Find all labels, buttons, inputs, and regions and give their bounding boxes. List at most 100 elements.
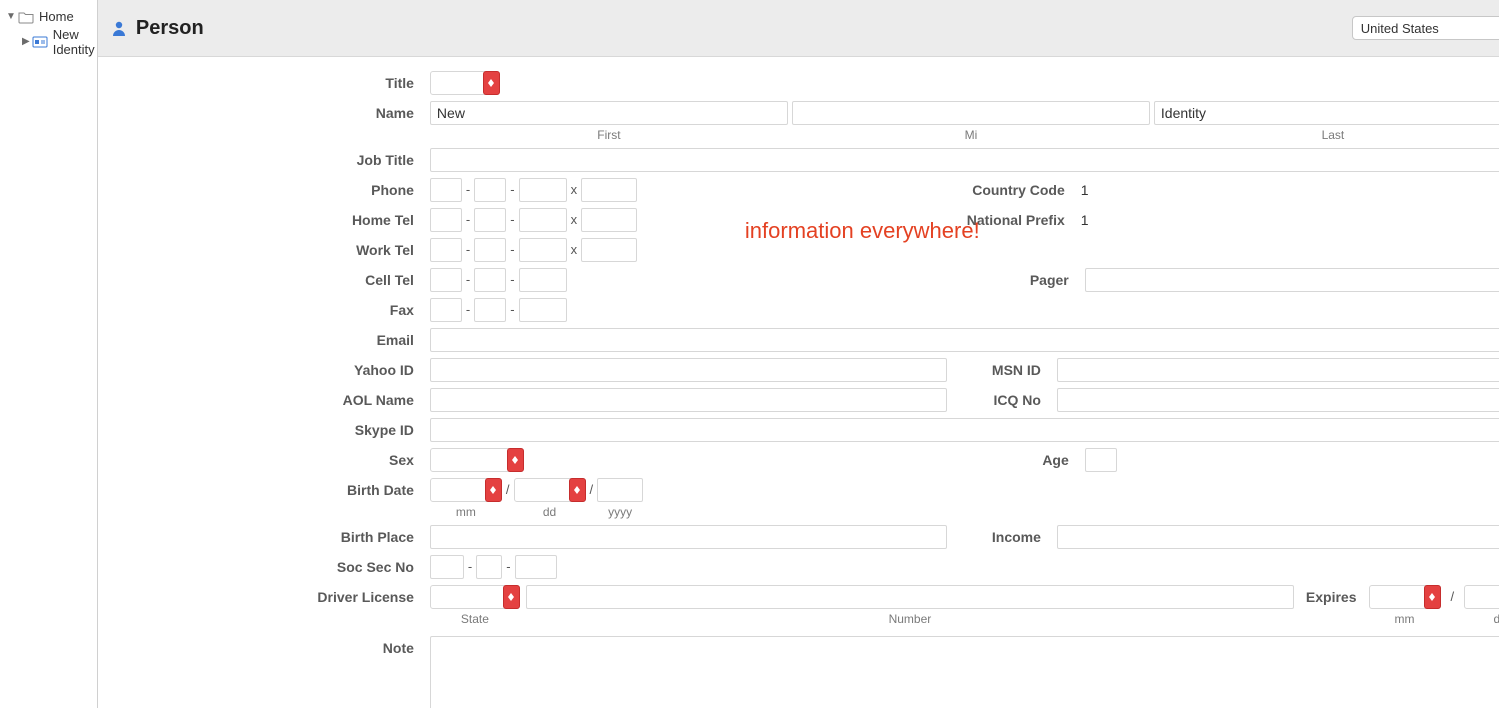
header-bar: Person United States xyxy=(98,0,1499,57)
skype-input[interactable] xyxy=(430,418,1499,442)
label-phone: Phone xyxy=(110,178,430,202)
sublabel-state: State xyxy=(430,612,520,626)
tree-item-new-identity[interactable]: ▶ New Identity xyxy=(0,29,97,54)
disclosure-right-icon[interactable]: ▶ xyxy=(22,36,30,47)
country-select-value: United States xyxy=(1361,21,1439,36)
label-msn: MSN ID xyxy=(947,358,1057,382)
select-stepper-icon xyxy=(485,478,502,502)
birth-yyyy-input[interactable] xyxy=(597,478,643,502)
select-stepper-icon xyxy=(507,448,524,472)
sex-select[interactable] xyxy=(430,448,524,472)
countrycode-value: 1 xyxy=(1081,178,1499,202)
dl-exp-dd-select[interactable] xyxy=(1464,585,1499,609)
label-aol: AOL Name xyxy=(110,388,430,412)
select-stepper-icon xyxy=(1424,585,1441,609)
worktel-ext[interactable] xyxy=(581,238,637,262)
celltel-p3[interactable] xyxy=(519,268,567,292)
person-icon xyxy=(110,19,128,37)
birth-mm-select[interactable] xyxy=(430,478,502,502)
ssn-p1[interactable] xyxy=(430,555,464,579)
first-name-input[interactable] xyxy=(430,101,788,125)
label-birthdate: Birth Date xyxy=(110,478,430,502)
pager-input[interactable] xyxy=(1085,268,1499,292)
hometel-p2[interactable] xyxy=(474,208,506,232)
worktel-p1[interactable] xyxy=(430,238,462,262)
msn-input[interactable] xyxy=(1057,358,1499,382)
label-sex: Sex xyxy=(110,448,430,472)
label-title: Title xyxy=(110,71,430,95)
select-stepper-icon xyxy=(483,71,500,95)
label-email: Email xyxy=(110,328,430,352)
yahoo-input[interactable] xyxy=(430,358,947,382)
icq-input[interactable] xyxy=(1057,388,1499,412)
sublabel-exp-dd: dd xyxy=(1464,612,1499,626)
label-fax: Fax xyxy=(110,298,430,322)
title-select[interactable] xyxy=(430,71,500,95)
phone-p3[interactable] xyxy=(519,178,567,202)
label-x: x xyxy=(567,178,582,202)
label-note: Note xyxy=(110,636,430,660)
dl-number-input[interactable] xyxy=(526,585,1294,609)
income-input[interactable] xyxy=(1057,525,1499,549)
identity-card-icon xyxy=(32,34,48,50)
hometel-p3[interactable] xyxy=(519,208,567,232)
label-pager: Pager xyxy=(1005,268,1085,292)
phone-p1[interactable] xyxy=(430,178,462,202)
mi-input[interactable] xyxy=(792,101,1150,125)
label-ssn: Soc Sec No xyxy=(110,555,430,579)
birthplace-input[interactable] xyxy=(430,525,947,549)
sublabel-first: First xyxy=(430,128,788,142)
label-worktel: Work Tel xyxy=(110,238,430,262)
label-yahoo: Yahoo ID xyxy=(110,358,430,382)
last-name-input[interactable] xyxy=(1154,101,1499,125)
worktel-p2[interactable] xyxy=(474,238,506,262)
label-name: Name xyxy=(110,101,430,125)
sublabel-dd: dd xyxy=(514,505,586,519)
phone-p2[interactable] xyxy=(474,178,506,202)
ssn-p2[interactable] xyxy=(476,555,502,579)
ssn-p3[interactable] xyxy=(515,555,557,579)
disclosure-down-icon[interactable]: ▼ xyxy=(6,11,16,22)
page-title: Person xyxy=(136,17,204,40)
jobtitle-input[interactable] xyxy=(430,148,1499,172)
label-income: Income xyxy=(947,525,1057,549)
email-input[interactable] xyxy=(430,328,1499,352)
hometel-p1[interactable] xyxy=(430,208,462,232)
phone-ext[interactable] xyxy=(581,178,637,202)
label-expires: Expires xyxy=(1300,585,1363,609)
worktel-p3[interactable] xyxy=(519,238,567,262)
dl-exp-mm-select[interactable] xyxy=(1369,585,1441,609)
label-celltel: Cell Tel xyxy=(110,268,430,292)
tree-root-home[interactable]: ▼ Home xyxy=(0,4,97,29)
celltel-p1[interactable] xyxy=(430,268,462,292)
sublabel-last: Last xyxy=(1154,128,1499,142)
label-icq: ICQ No xyxy=(947,388,1057,412)
fax-p2[interactable] xyxy=(474,298,506,322)
form-area: information everywhere! Title Name First… xyxy=(98,57,1499,708)
folder-icon xyxy=(18,9,34,25)
sublabel-mi: Mi xyxy=(792,128,1150,142)
select-stepper-icon xyxy=(569,478,586,502)
nationalprefix-value: 1 xyxy=(1081,208,1499,232)
label-skype: Skype ID xyxy=(110,418,430,442)
country-select[interactable]: United States xyxy=(1352,16,1499,40)
sublabel-exp-mm: mm xyxy=(1369,612,1441,626)
hometel-ext[interactable] xyxy=(581,208,637,232)
label-dl: Driver License xyxy=(110,585,430,609)
sidebar: ▼ Home ▶ New Identity xyxy=(0,0,98,708)
age-input[interactable] xyxy=(1085,448,1117,472)
birth-dd-select[interactable] xyxy=(514,478,586,502)
dl-state-select[interactable] xyxy=(430,585,520,609)
celltel-p2[interactable] xyxy=(474,268,506,292)
label-age: Age xyxy=(1005,448,1085,472)
tree-root-label: Home xyxy=(39,9,74,24)
label-jobtitle: Job Title xyxy=(110,148,430,172)
tree-item-label: New Identity xyxy=(53,27,97,57)
fax-p1[interactable] xyxy=(430,298,462,322)
label-birthplace: Birth Place xyxy=(110,525,430,549)
aol-input[interactable] xyxy=(430,388,947,412)
note-textarea[interactable] xyxy=(430,636,1499,708)
sublabel-number: Number xyxy=(526,612,1294,626)
label-hometel: Home Tel xyxy=(110,208,430,232)
fax-p3[interactable] xyxy=(519,298,567,322)
